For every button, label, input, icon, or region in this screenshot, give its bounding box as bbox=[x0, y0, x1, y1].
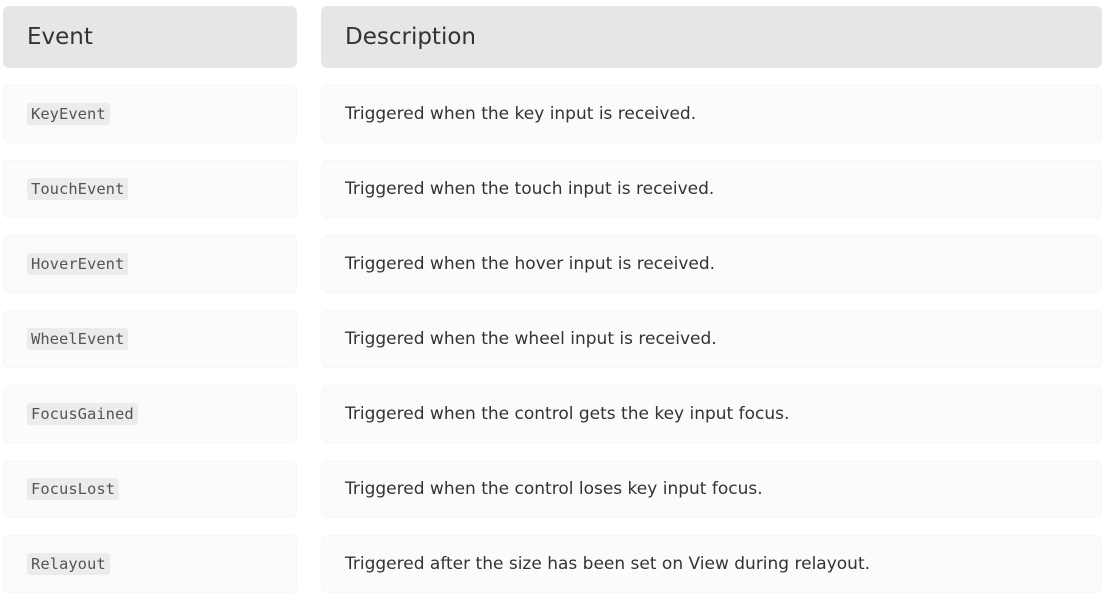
event-name: HoverEvent bbox=[27, 253, 129, 275]
event-description: Triggered after the size has been set on… bbox=[345, 554, 871, 574]
event-name: FocusLost bbox=[27, 478, 119, 500]
table-row: HoverEvent Triggered when the hover inpu… bbox=[3, 235, 1102, 293]
event-description: Triggered when the control gets the key … bbox=[345, 404, 790, 424]
table-row: TouchEvent Triggered when the touch inpu… bbox=[3, 160, 1102, 218]
description-cell: Triggered after the size has been set on… bbox=[321, 535, 1102, 593]
event-cell: TouchEvent bbox=[3, 160, 297, 218]
description-cell: Triggered when the wheel input is receiv… bbox=[321, 310, 1102, 368]
description-cell: Triggered when the control gets the key … bbox=[321, 385, 1102, 443]
table-row: FocusLost Triggered when the control los… bbox=[3, 460, 1102, 518]
description-cell: Triggered when the touch input is receiv… bbox=[321, 160, 1102, 218]
events-table: Event Description KeyEvent Triggered whe… bbox=[3, 6, 1102, 610]
description-cell: Triggered when the hover input is receiv… bbox=[321, 235, 1102, 293]
header-description-label: Description bbox=[345, 24, 476, 50]
event-description: Triggered when the control loses key inp… bbox=[345, 479, 763, 499]
table-row: FocusGained Triggered when the control g… bbox=[3, 385, 1102, 443]
event-cell: WheelEvent bbox=[3, 310, 297, 368]
event-name: KeyEvent bbox=[27, 103, 110, 125]
table-header-row: Event Description bbox=[3, 6, 1102, 68]
event-cell: Relayout bbox=[3, 535, 297, 593]
header-event-label: Event bbox=[27, 24, 93, 50]
table-row: KeyEvent Triggered when the key input is… bbox=[3, 85, 1102, 143]
event-description: Triggered when the key input is received… bbox=[345, 104, 697, 124]
event-name: FocusGained bbox=[27, 403, 138, 425]
description-cell: Triggered when the control loses key inp… bbox=[321, 460, 1102, 518]
event-cell: HoverEvent bbox=[3, 235, 297, 293]
event-name: Relayout bbox=[27, 553, 110, 575]
event-description: Triggered when the hover input is receiv… bbox=[345, 254, 716, 274]
event-cell: FocusLost bbox=[3, 460, 297, 518]
event-cell: KeyEvent bbox=[3, 85, 297, 143]
event-description: Triggered when the wheel input is receiv… bbox=[345, 329, 717, 349]
event-cell: FocusGained bbox=[3, 385, 297, 443]
event-name: TouchEvent bbox=[27, 178, 129, 200]
table-row: Relayout Triggered after the size has be… bbox=[3, 535, 1102, 593]
event-name: WheelEvent bbox=[27, 328, 129, 350]
header-event: Event bbox=[3, 6, 297, 68]
header-description: Description bbox=[321, 6, 1102, 68]
event-description: Triggered when the touch input is receiv… bbox=[345, 179, 715, 199]
description-cell: Triggered when the key input is received… bbox=[321, 85, 1102, 143]
table-row: WheelEvent Triggered when the wheel inpu… bbox=[3, 310, 1102, 368]
